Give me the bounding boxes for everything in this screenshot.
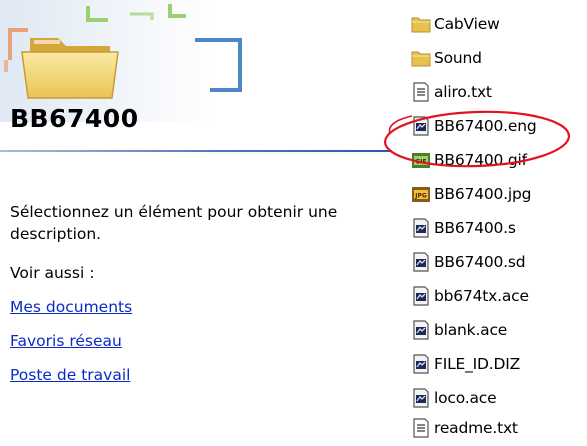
ace-file-icon xyxy=(413,116,429,136)
folder-title: BB67400 xyxy=(10,104,139,133)
ace-file-icon xyxy=(413,320,429,340)
file-item-loco-ace[interactable]: loco.ace xyxy=(410,384,497,412)
file-item-blank-ace[interactable]: blank.ace xyxy=(410,316,507,344)
file-item-cabview[interactable]: CabView xyxy=(410,10,500,38)
description-text: Sélectionnez un élément pour obtenir une… xyxy=(10,203,338,243)
text-file-icon xyxy=(413,82,429,102)
file-name: bb674tx.ace xyxy=(434,287,529,305)
title-divider xyxy=(0,150,392,152)
folder-icon xyxy=(411,51,431,67)
file-name: Sound xyxy=(434,49,482,67)
see-also-label: Voir aussi : xyxy=(10,264,95,282)
file-item-bb67400-s[interactable]: BB67400.s xyxy=(410,214,516,242)
file-name: aliro.txt xyxy=(434,83,492,101)
ace-file-icon xyxy=(413,252,429,272)
svg-text:GIF: GIF xyxy=(415,159,426,166)
file-name: BB67400.s xyxy=(434,219,516,237)
file-name: BB67400.eng xyxy=(434,117,537,135)
file-name: loco.ace xyxy=(434,389,497,407)
ace-file-icon xyxy=(413,354,429,374)
file-item-aliro-txt[interactable]: aliro.txt xyxy=(410,78,492,106)
link-network-places[interactable]: Favoris réseau xyxy=(10,332,122,350)
file-item-bb67400-eng[interactable]: BB67400.eng xyxy=(410,112,537,140)
details-pane: BB67400 Sélectionnez un élément pour obt… xyxy=(0,0,392,446)
file-item-readme-txt[interactable]: readme.txt xyxy=(410,414,518,442)
file-name: blank.ace xyxy=(434,321,508,339)
file-item-bb67400-gif[interactable]: GIF BB67400.gif xyxy=(410,146,527,174)
ace-file-icon xyxy=(413,388,429,408)
file-name: readme.txt xyxy=(434,419,518,437)
file-name: BB67400.jpg xyxy=(434,185,532,203)
file-name: CabView xyxy=(434,15,500,33)
link-my-documents[interactable]: Mes documents xyxy=(10,298,132,316)
file-name: FILE_ID.DIZ xyxy=(434,355,521,373)
file-name: BB67400.gif xyxy=(434,151,527,169)
jpg-file-icon: JPG xyxy=(412,187,430,202)
file-name: BB67400.sd xyxy=(434,253,526,271)
file-item-sound[interactable]: Sound xyxy=(410,44,482,72)
ace-file-icon xyxy=(413,218,429,238)
file-item-bb67400-jpg[interactable]: JPG BB67400.jpg xyxy=(410,180,531,208)
gif-file-icon: GIF xyxy=(412,153,430,168)
ace-file-icon xyxy=(413,286,429,306)
file-item-file-id-diz[interactable]: FILE_ID.DIZ xyxy=(410,350,520,378)
svg-text:JPG: JPG xyxy=(414,193,427,200)
file-item-bb67400-sd[interactable]: BB67400.sd xyxy=(410,248,526,276)
folder-icon xyxy=(411,17,431,33)
file-list: CabView Sound aliro.txt BB67400.eng GIF xyxy=(410,0,587,446)
text-file-icon xyxy=(413,418,429,438)
link-my-computer[interactable]: Poste de travail xyxy=(10,366,130,384)
file-item-bb674tx-ace[interactable]: bb674tx.ace xyxy=(410,282,529,310)
